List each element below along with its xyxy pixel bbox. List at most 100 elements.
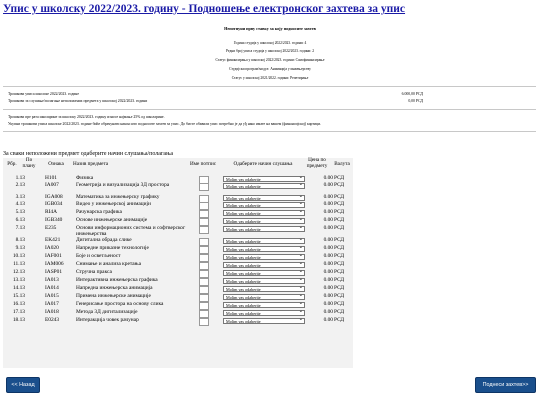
signature-image-icon	[199, 262, 209, 270]
currency-value: РСД	[334, 175, 345, 181]
price-value: 0.00	[323, 209, 333, 215]
mode-select[interactable]: Molim vas odaberite	[223, 301, 305, 308]
signature-image-icon	[199, 310, 209, 318]
cost-label: Трошкови за слушање/полагање неположених…	[8, 99, 148, 103]
currency-value: РСД	[334, 277, 345, 283]
currency-value: РСД	[334, 317, 345, 323]
currency-value: РСД	[334, 217, 345, 223]
course-name: Снимање и анализа кретања	[76, 261, 141, 267]
header-teacher: Име потпис	[189, 161, 217, 167]
signature-image-icon	[199, 202, 209, 210]
mode-select[interactable]: Molim vas odaberite	[223, 277, 305, 284]
mode-select[interactable]: Molim vas odaberite	[223, 201, 305, 208]
divider	[3, 86, 536, 87]
currency-value: РСД	[334, 194, 345, 200]
note-text: Укупни трошкови уписа школске 2022/2023.…	[8, 122, 322, 126]
price-value: 0.00	[323, 277, 333, 283]
currency-value: РСД	[334, 209, 345, 215]
signature-image-icon	[199, 270, 209, 278]
mode-select[interactable]: Molim vas odaberite	[223, 237, 305, 244]
row-number: 4.13	[15, 201, 25, 207]
signature-image-icon	[199, 210, 209, 218]
mode-select[interactable]: Molim vas odaberite	[223, 182, 305, 189]
course-name: Напредне приказне технологије	[76, 245, 149, 251]
course-code: IA015	[45, 293, 59, 299]
mode-select[interactable]: Molim vas odaberite	[223, 317, 305, 324]
course-code: EK421	[45, 237, 61, 243]
signature-image-icon	[199, 254, 209, 262]
info-status: Статус у школској 2021/2022. години: Реп…	[231, 76, 309, 80]
course-name: Рачунарска графика	[76, 209, 122, 215]
price-value: 0.00	[323, 261, 333, 267]
course-code: IA014	[45, 285, 59, 291]
price-value: 0.00	[323, 217, 333, 223]
signature-image-icon	[199, 318, 209, 326]
mode-select[interactable]: Molim vas odaberite	[223, 261, 305, 268]
mode-select[interactable]: Molim vas odaberite	[223, 209, 305, 216]
signature-image-icon	[199, 278, 209, 286]
back-button[interactable]: << Назад	[6, 377, 40, 393]
header-currency: Валута	[334, 161, 350, 167]
course-name: Боје и осветљеност	[76, 253, 121, 259]
mode-select[interactable]: Molim vas odaberite	[223, 175, 305, 182]
price-value: 0.00	[323, 285, 333, 291]
cost-value: 6.000,00 РСД	[401, 92, 423, 96]
currency-value: РСД	[334, 261, 345, 267]
currency-value: РСД	[334, 301, 345, 307]
course-code: IAM006	[45, 261, 64, 267]
price-value: 0.00	[323, 245, 333, 251]
row-number: 11.13	[13, 261, 25, 267]
course-name: Видео у инжењерској анимацији	[76, 201, 151, 207]
price-value: 0.00	[323, 182, 333, 188]
course-name: Дигитална обрада слике	[76, 237, 132, 243]
mode-select[interactable]: Molim vas odaberite	[223, 225, 305, 232]
course-code: IGA008	[45, 194, 63, 200]
course-name: Интерактивна инжењерска графика	[76, 277, 158, 283]
course-code: E0243	[45, 317, 60, 323]
info-program: Студијски програм/модул: Анимација у инж…	[229, 67, 311, 71]
course-code: IA017	[45, 301, 59, 307]
signature-image-icon	[199, 183, 209, 191]
row-number: 1.13	[15, 175, 25, 181]
course-code: IA020	[45, 245, 59, 251]
page-title[interactable]: Упис у школску 2022/2023. годину - Подно…	[3, 3, 405, 15]
currency-value: РСД	[334, 309, 345, 315]
row-number: 15.13	[12, 293, 25, 299]
mode-select[interactable]: Molim vas odaberite	[223, 309, 305, 316]
course-code: IASP01	[45, 269, 63, 275]
mode-select[interactable]: Molim vas odaberite	[223, 194, 305, 201]
mode-select[interactable]: Molim vas odaberite	[223, 217, 305, 224]
course-name: Математика за инжењерску графику	[76, 194, 160, 200]
row-number: 12.13	[12, 269, 25, 275]
price-value: 0.00	[323, 175, 333, 181]
row-number: 5.13	[15, 209, 25, 215]
signature-image-icon	[199, 226, 209, 234]
price-value: 0.00	[323, 225, 333, 231]
mode-select[interactable]: Molim vas odaberite	[223, 253, 305, 260]
price-value: 0.00	[323, 293, 333, 299]
price-value: 0.00	[323, 301, 333, 307]
course-code: IGB340	[45, 217, 63, 223]
signature-image-icon	[199, 302, 209, 310]
row-number: 9.13	[15, 245, 25, 251]
course-name: Генерисање простора на основу слика	[76, 301, 164, 307]
info-year: Година студија у школској 2022/2023. год…	[233, 41, 307, 45]
mode-select[interactable]: Molim vas odaberite	[223, 269, 305, 276]
course-name: Основе инжењерске анимације	[76, 217, 148, 223]
mode-select[interactable]: Molim vas odaberite	[223, 285, 305, 292]
mode-select[interactable]: Molim vas odaberite	[223, 293, 305, 300]
row-number: 14.13	[12, 285, 25, 291]
mode-select[interactable]: Molim vas odaberite	[223, 245, 305, 252]
row-number: 16.13	[12, 301, 25, 307]
course-code: IA007	[45, 182, 59, 188]
header-no: Рбр.	[7, 161, 17, 167]
submit-button[interactable]: Поднеси захтев>>	[475, 377, 536, 393]
currency-value: РСД	[334, 245, 345, 251]
currency-value: РСД	[334, 253, 345, 259]
courses-table: Рбр. По плану Ознака Назив предмета Име …	[3, 157, 353, 368]
cost-label: Трошкови уписа школске 2022/2023. године	[8, 92, 80, 96]
info-financing: Статус финансирања у школској 2022/2023.…	[215, 58, 325, 62]
row-number: 17.13	[12, 309, 25, 315]
signature-image-icon	[199, 286, 209, 294]
course-code: E235	[45, 225, 57, 231]
